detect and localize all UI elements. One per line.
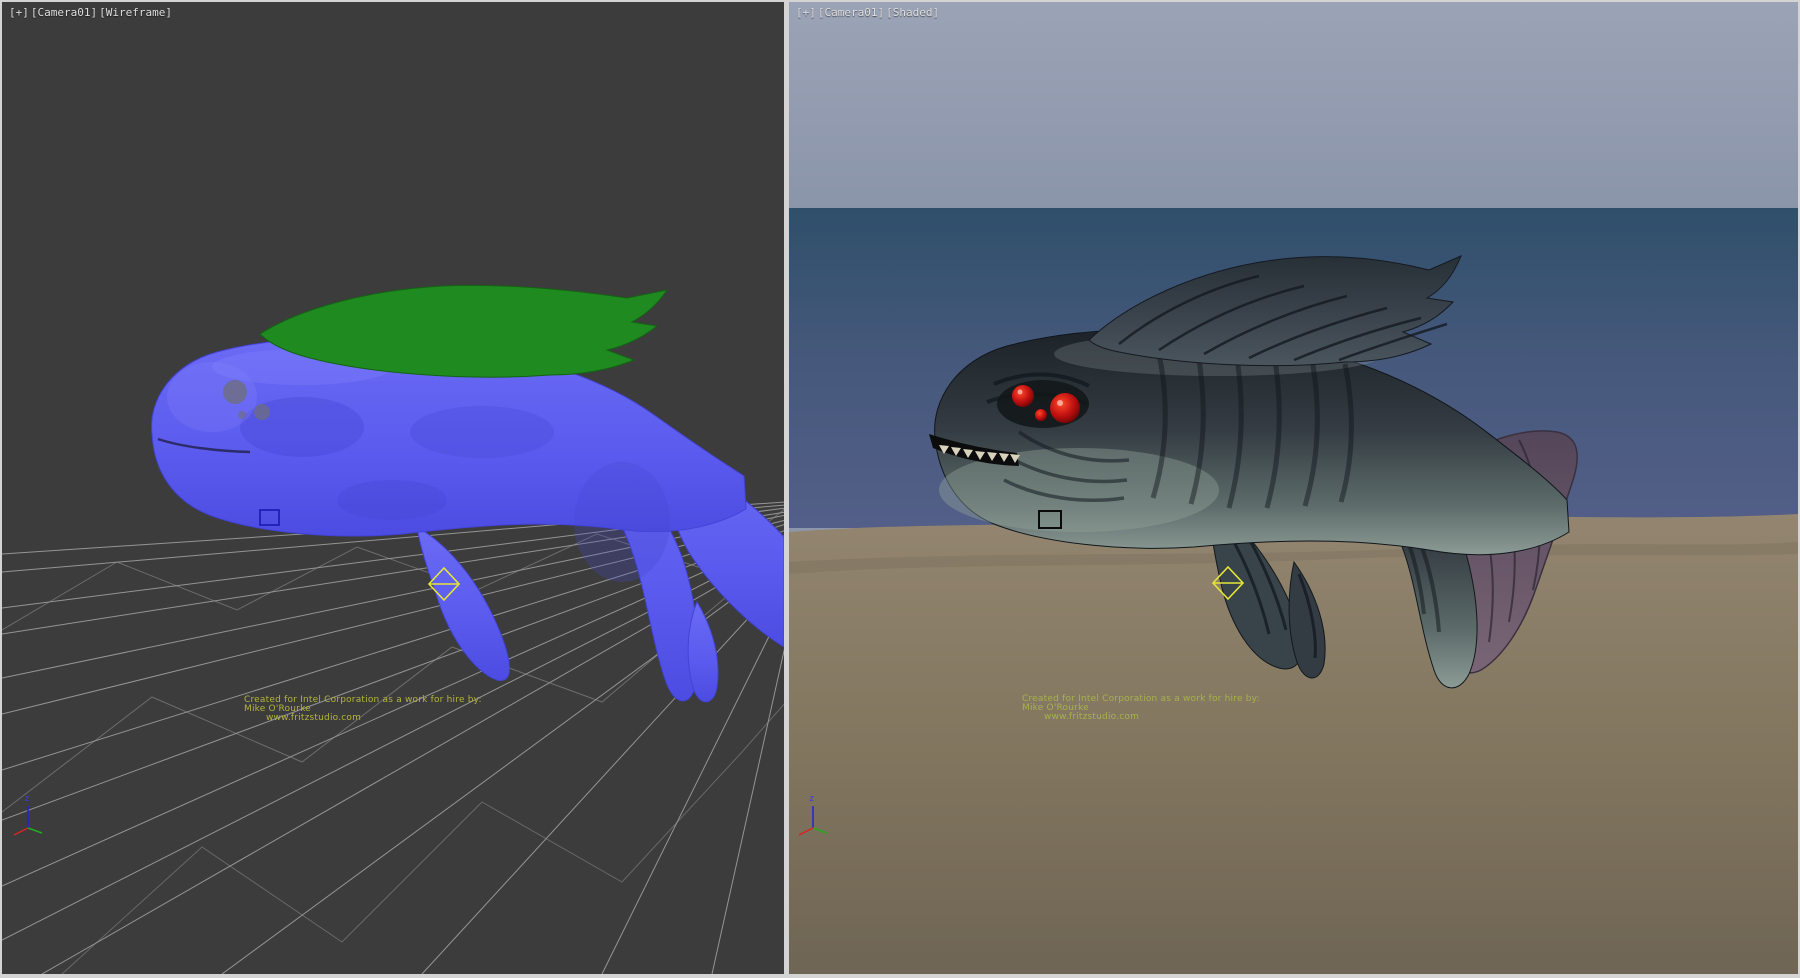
viewport-wireframe[interactable]: [+] [Camera01] [Wireframe]	[2, 2, 784, 974]
viewport-shading-label[interactable]: [Shaded]	[886, 6, 939, 19]
viewport-label: [+] [Camera01] [Wireframe]	[9, 6, 172, 19]
viewport-camera-label[interactable]: [Camera01]	[818, 6, 884, 19]
attribution-line: www.fritzstudio.com	[1044, 713, 1260, 722]
fish-eye-spot	[254, 404, 270, 420]
fish-eye	[1035, 409, 1047, 421]
fish-eye-spot	[238, 411, 246, 419]
axis-z-label: z	[24, 794, 29, 804]
wireframe-scene-canvas[interactable]	[2, 2, 784, 974]
axis-z-label: z	[809, 794, 814, 804]
world-axis-icon: z	[10, 794, 50, 842]
fish-small-fin	[688, 602, 718, 702]
attribution-text: Created for Intel Corporation as a work …	[244, 696, 482, 723]
viewport-menu-button[interactable]: [+]	[796, 6, 816, 19]
axis-tripod-icon	[10, 794, 50, 838]
viewport-label: [+] [Camera01] [Shaded]	[796, 6, 939, 19]
world-axis-icon: z	[795, 794, 835, 842]
attribution-line: www.fritzstudio.com	[266, 714, 482, 723]
eye-highlight	[1057, 400, 1063, 406]
sky-upper	[789, 2, 1798, 208]
viewport-shading-label[interactable]: [Wireframe]	[99, 6, 172, 19]
eye-highlight	[1018, 390, 1023, 395]
viewport-menu-button[interactable]: [+]	[9, 6, 29, 19]
axis-tripod-icon	[795, 794, 835, 838]
wireframe-fish-model[interactable]	[152, 285, 784, 702]
fish-eye-spot	[223, 380, 247, 404]
viewport-shaded[interactable]: [+] [Camera01] [Shaded]	[789, 2, 1798, 974]
fish-eye	[1050, 393, 1080, 423]
fish-pectoral-fin	[417, 527, 509, 680]
viewport-camera-label[interactable]: [Camera01]	[31, 6, 97, 19]
attribution-text: Created for Intel Corporation as a work …	[1022, 695, 1260, 722]
fish-eye	[1012, 385, 1034, 407]
shaded-scene-canvas[interactable]	[789, 2, 1798, 974]
